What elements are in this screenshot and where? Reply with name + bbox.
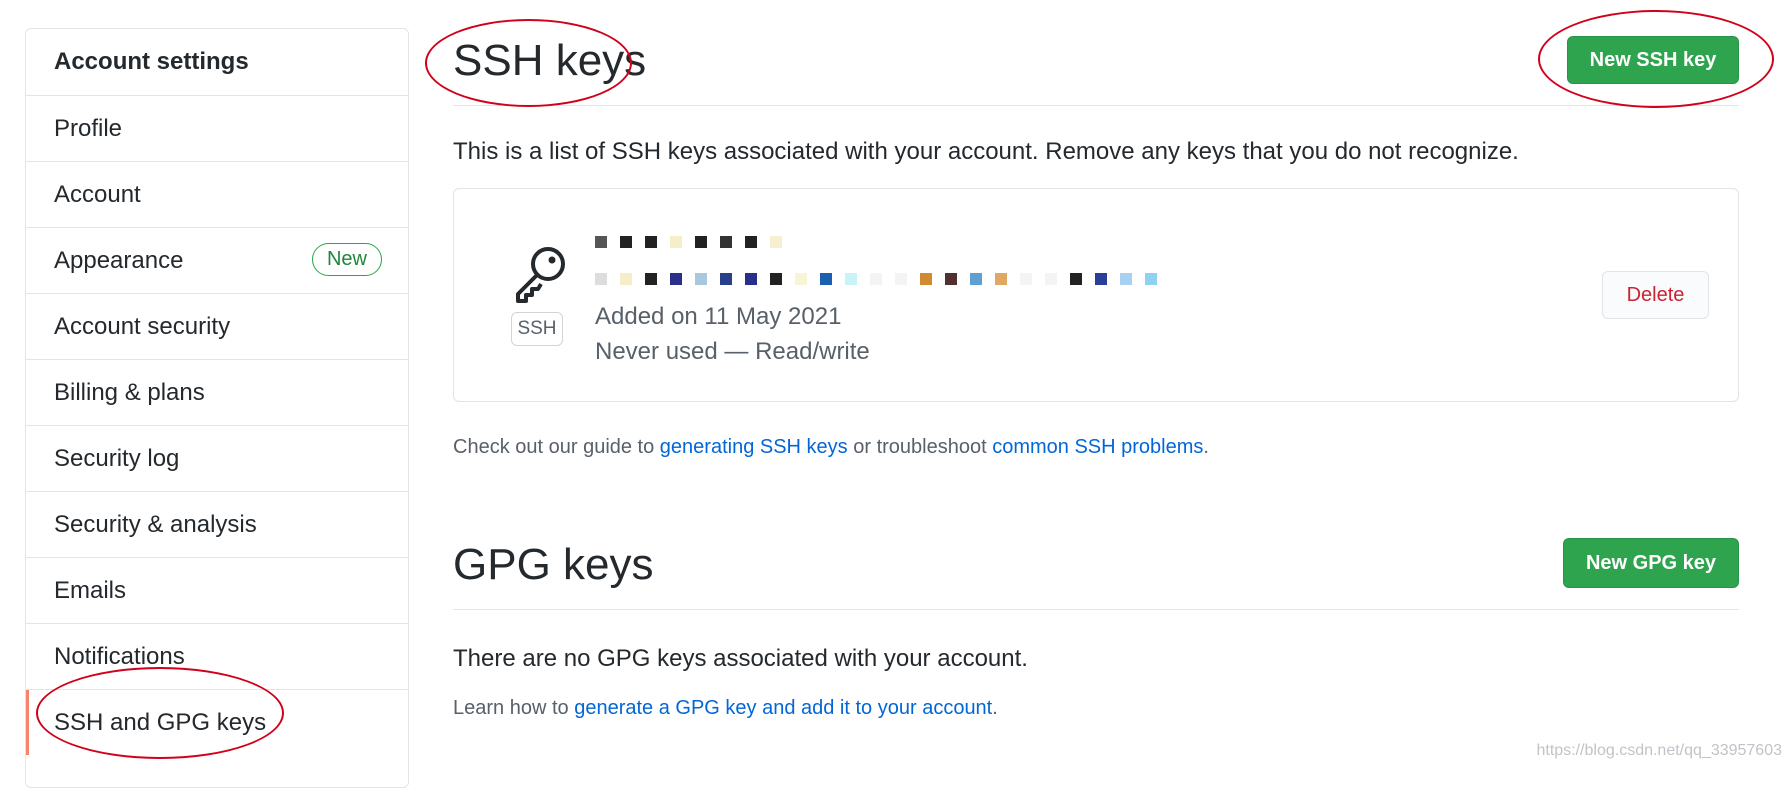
sidebar-item-appearance[interactable]: Appearance New [26, 227, 408, 293]
ssh-guide-text: Check out our guide to generating SSH ke… [453, 436, 1209, 459]
sidebar-item-label: Security log [54, 444, 180, 472]
sidebar-item-label: Profile [54, 114, 123, 142]
common-ssh-problems-link[interactable]: common SSH problems [992, 436, 1203, 458]
key-usage: Never used — Read/write [595, 338, 870, 365]
sidebar-item-profile[interactable]: Profile [26, 95, 408, 161]
ssh-description: This is a list of SSH keys associated wi… [453, 138, 1519, 165]
sidebar-item-security-analysis[interactable]: Security & analysis [26, 491, 408, 557]
sidebar-item-label: Account [54, 180, 141, 208]
redacted-key-fingerprint [595, 269, 1157, 289]
generating-ssh-keys-link[interactable]: generating SSH keys [660, 436, 848, 458]
gpg-learn-prefix: Learn how to [453, 697, 575, 719]
redacted-key-title [595, 232, 782, 252]
ssh-guide-prefix: Check out our guide to [453, 436, 660, 458]
ssh-guide-middle: or troubleshoot [847, 436, 993, 458]
sidebar-item-account-security[interactable]: Account security [26, 293, 408, 359]
sidebar-item-label: SSH and GPG keys [54, 708, 267, 736]
sidebar-item-emails[interactable]: Emails [26, 557, 408, 623]
sidebar-item-label: Emails [54, 576, 127, 604]
sidebar-item-security-log[interactable]: Security log [26, 425, 408, 491]
ssh-key-item: SSH Added on 11 May 2021 Never used — Re… [453, 188, 1739, 402]
sidebar-item-label: Billing & plans [54, 378, 205, 406]
generate-gpg-key-link[interactable]: generate a GPG key and add it to your ac… [574, 697, 992, 719]
key-icon [516, 247, 565, 303]
gpg-learn-text: Learn how to generate a GPG key and add … [453, 697, 998, 720]
gpg-empty-message: There are no GPG keys associated with yo… [453, 645, 1028, 672]
watermark: https://blog.csdn.net/qq_33957603 [1536, 742, 1782, 759]
sidebar-item-ssh-gpg-keys[interactable]: SSH and GPG keys [26, 689, 408, 755]
gpg-learn-suffix: . [992, 697, 998, 719]
gpg-header-divider [453, 609, 1739, 610]
key-added-date: Added on 11 May 2021 [595, 303, 842, 330]
settings-sidebar: Account settings Profile Account Appeara… [25, 28, 409, 788]
ssh-keys-title: SSH keys [453, 36, 647, 85]
ssh-type-label: SSH [511, 312, 563, 346]
sidebar-item-label: Appearance [54, 246, 184, 274]
delete-key-button[interactable]: Delete [1602, 271, 1709, 319]
ssh-header-divider [453, 105, 1739, 106]
ssh-guide-suffix: . [1203, 436, 1209, 458]
sidebar-heading: Account settings [26, 29, 408, 95]
sidebar-item-billing[interactable]: Billing & plans [26, 359, 408, 425]
sidebar-item-notifications[interactable]: Notifications [26, 623, 408, 689]
new-gpg-key-button[interactable]: New GPG key [1563, 538, 1739, 588]
sidebar-item-account[interactable]: Account [26, 161, 408, 227]
sidebar-heading-label: Account settings [54, 48, 249, 75]
sidebar-item-label: Notifications [54, 642, 185, 670]
new-ssh-key-button[interactable]: New SSH key [1567, 36, 1739, 84]
sidebar-item-label: Account security [54, 312, 231, 340]
new-badge: New [311, 243, 382, 276]
gpg-keys-title: GPG keys [453, 540, 654, 589]
sidebar-item-label: Security & analysis [54, 510, 257, 538]
